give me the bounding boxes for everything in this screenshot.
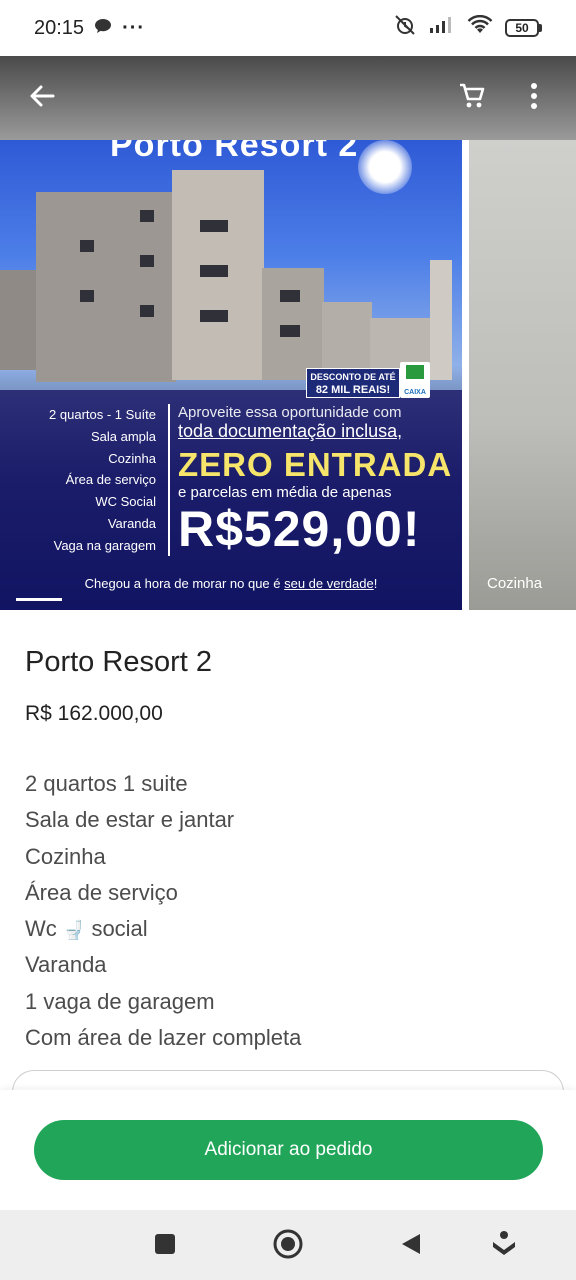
arrow-left-icon	[27, 81, 57, 116]
status-left: 20:15 ···	[34, 17, 145, 40]
description-line: 2 quartos 1 suite	[25, 771, 188, 796]
home-button[interactable]	[268, 1226, 308, 1266]
chat-bubble-icon	[94, 17, 112, 40]
system-nav-bar	[0, 1210, 576, 1280]
promo-zero-entrada: ZERO ENTRADA	[178, 446, 453, 483]
description-line: Sala de estar e jantar	[25, 807, 235, 833]
promo-installment-price: R$529,00!	[178, 501, 421, 557]
battery-level: 50	[505, 19, 539, 37]
status-time: 20:15	[34, 16, 85, 39]
slide-title: Porto Resort 2	[110, 140, 359, 164]
assistant-button[interactable]	[484, 1226, 524, 1266]
chevron-down-icon	[491, 1230, 517, 1263]
cart-button[interactable]	[450, 76, 494, 120]
description-line: 1 vaga de garagem	[25, 988, 215, 1014]
carousel-slide-2[interactable]: Cozinha	[469, 140, 576, 610]
slide-divider	[168, 404, 170, 556]
carousel-indicator	[16, 598, 62, 601]
product-price: R$ 162.000,00	[25, 702, 163, 725]
status-more-dots: ···	[122, 16, 146, 39]
home-circle-icon	[272, 1228, 304, 1265]
water-tower-graphic	[430, 260, 452, 380]
carousel-slide-1[interactable]: Porto Resort 2 DESCONTO DE ATÉ 82 MIL RE…	[0, 140, 462, 610]
description-line: Wc 🚽 social	[25, 911, 545, 947]
slide-footer: Chegou a hora de morar no que é seu de v…	[84, 576, 378, 591]
square-icon	[154, 1233, 176, 1260]
product-description: 2 quartos 1 suite Sala de estar e jantar…	[25, 766, 545, 1056]
building-graphic	[36, 192, 176, 382]
triangle-back-icon	[399, 1232, 423, 1261]
slide-caption: Cozinha	[487, 575, 543, 592]
bottom-action-panel: Adicionar ao pedido	[0, 1090, 576, 1210]
alarm-off-icon	[393, 14, 417, 42]
caixa-logo: CAIXA	[400, 362, 430, 398]
battery-icon: 50	[505, 19, 542, 37]
slide-promo: Aproveite essa oportunidade com toda doc…	[178, 404, 458, 557]
more-options-button[interactable]	[512, 76, 556, 120]
wifi-icon	[467, 14, 493, 41]
app-bar	[0, 56, 576, 140]
sun-graphic	[358, 140, 412, 194]
image-carousel[interactable]: Porto Resort 2 DESCONTO DE ATÉ 82 MIL RE…	[0, 140, 576, 610]
back-button[interactable]	[20, 76, 64, 120]
more-vert-icon	[529, 82, 539, 115]
product-title: Porto Resort 2	[25, 646, 212, 678]
description-line: Com área de lazer completa	[25, 1025, 302, 1051]
description-line: Área de serviço	[25, 879, 178, 905]
description-line: Varanda	[25, 952, 107, 978]
back-nav-button[interactable]	[391, 1226, 431, 1266]
status-bar: 20:15 ··· 50	[0, 0, 576, 56]
toilet-icon: 🚽	[62, 920, 86, 941]
signal-icon	[429, 16, 455, 40]
description-line: Cozinha	[25, 843, 106, 869]
recents-button[interactable]	[145, 1226, 185, 1266]
discount-badge: DESCONTO DE ATÉ 82 MIL REAIS!	[306, 368, 400, 398]
minha-casa-logo-icon	[406, 365, 424, 379]
cart-icon	[457, 81, 487, 116]
building-graphic	[262, 268, 324, 380]
add-to-order-button[interactable]: Adicionar ao pedido	[34, 1120, 543, 1180]
slide-features-list: 2 quartos - 1 Suíte Sala ampla Cozinha Á…	[49, 407, 156, 553]
status-right: 50	[393, 14, 542, 42]
